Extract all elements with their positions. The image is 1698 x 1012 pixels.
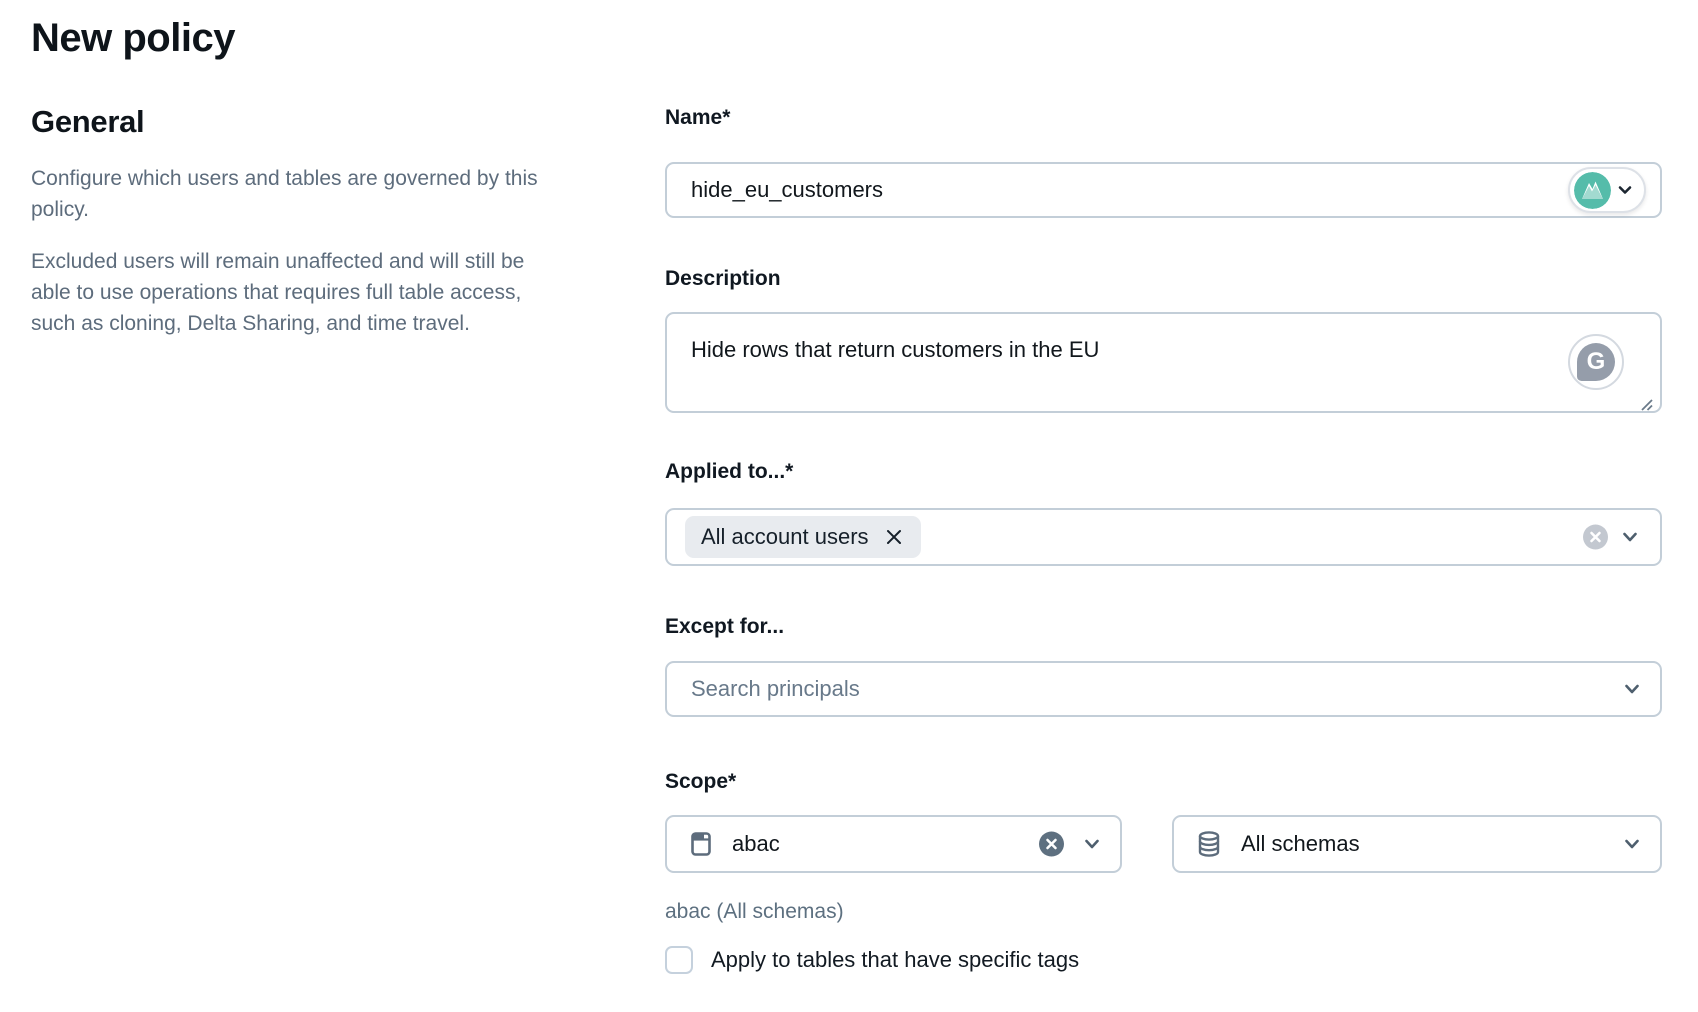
scope-catalog-value: abac (732, 831, 780, 857)
name-user-menu[interactable] (1568, 167, 1646, 213)
policy-name-input[interactable] (665, 162, 1662, 218)
grammarly-icon[interactable]: G (1568, 334, 1624, 390)
apply-tags-checkbox[interactable] (665, 946, 693, 974)
tags-checkbox-row: Apply to tables that have specific tags (665, 946, 1662, 974)
applied-to-label: Applied to...* (665, 458, 1662, 486)
textarea-resize-handle-icon[interactable] (1639, 397, 1654, 412)
section-title-general: General (31, 102, 553, 142)
section-description-1: Configure which users and tables are gov… (31, 163, 553, 225)
name-label: Name* (665, 104, 1662, 132)
clear-circle-icon[interactable] (1039, 832, 1064, 857)
description-field-wrapper: Hide rows that return customers in the E… (665, 312, 1662, 418)
grammarly-g-letter: G (1577, 343, 1615, 381)
avatar-chevron-down-icon (1616, 181, 1634, 199)
scope-row: abac (665, 815, 1662, 873)
chip-all-account-users[interactable]: All account users (685, 516, 921, 558)
schema-database-icon (1194, 829, 1224, 859)
scope-catalog-chevron-down-icon[interactable] (1082, 834, 1102, 854)
except-for-chevron-down-icon[interactable] (1622, 679, 1642, 699)
except-for-label: Except for... (665, 613, 1662, 641)
search-principals-input[interactable] (665, 661, 1662, 717)
new-policy-page: New policy General Configure which users… (0, 0, 1698, 974)
general-info-column: New policy General Configure which users… (31, 0, 553, 974)
scope-schema-chevron-down-icon[interactable] (1622, 834, 1642, 854)
applied-to-clear-button[interactable] (1583, 525, 1608, 550)
catalog-icon (687, 830, 715, 858)
clear-circle-icon[interactable] (1583, 525, 1608, 550)
except-for-field-wrapper (665, 661, 1662, 717)
scope-label: Scope* (665, 768, 1662, 796)
apply-tags-checkbox-label: Apply to tables that have specific tags (711, 947, 1079, 973)
policy-description-textarea[interactable]: Hide rows that return customers in the E… (665, 312, 1662, 413)
name-field-wrapper (665, 162, 1662, 218)
applied-to-chevron-down-icon[interactable] (1620, 527, 1640, 547)
user-avatar-icon (1574, 172, 1611, 209)
chip-label: All account users (701, 524, 869, 550)
page-title: New policy (31, 14, 553, 62)
scope-catalog-select[interactable]: abac (665, 815, 1122, 873)
section-description-2: Excluded users will remain unaffected an… (31, 246, 553, 339)
scope-summary-text: abac (All schemas) (665, 899, 1662, 925)
policy-form: Name* Description Hide rows that return (665, 0, 1662, 974)
scope-schema-select[interactable]: All schemas (1172, 815, 1662, 873)
applied-to-multiselect[interactable]: All account users (665, 508, 1662, 566)
scope-catalog-clear-button[interactable] (1039, 832, 1064, 857)
description-label: Description (665, 265, 1662, 293)
chip-remove-icon[interactable] (883, 526, 905, 548)
scope-schema-value: All schemas (1241, 831, 1360, 857)
